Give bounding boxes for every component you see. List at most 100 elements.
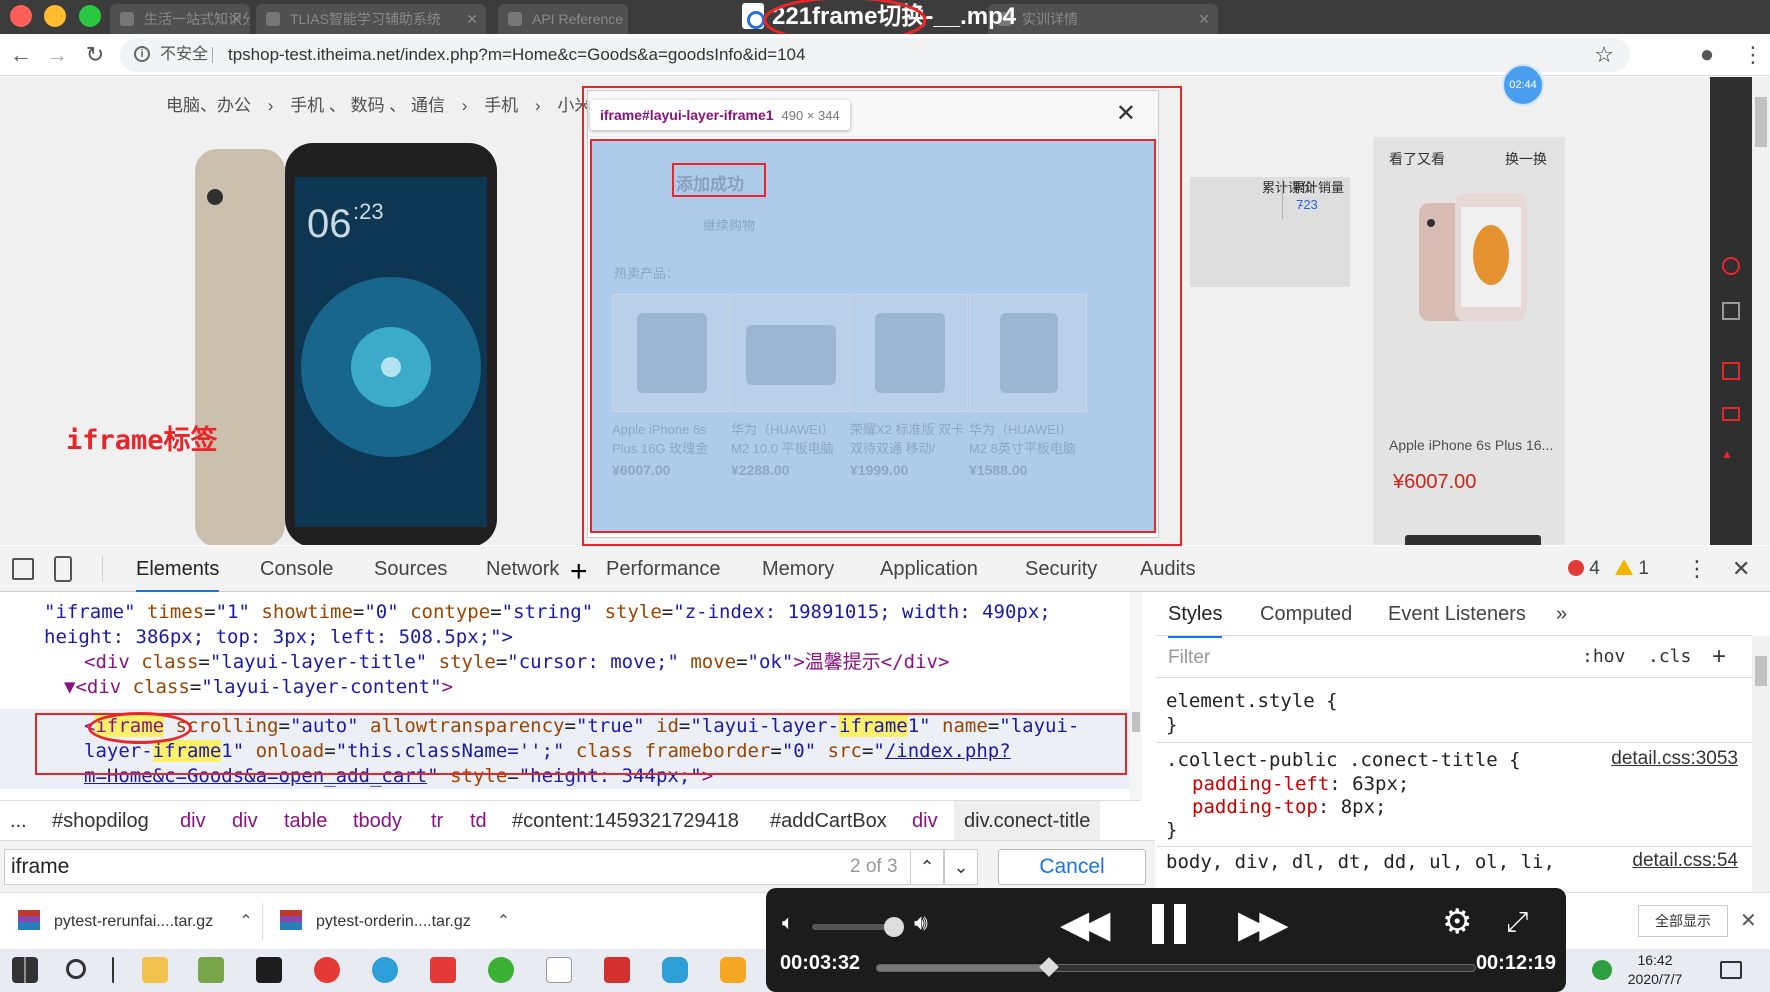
scrollbar-thumb[interactable] [1755, 656, 1767, 686]
volume-knob[interactable] [884, 917, 904, 937]
file-explorer-icon[interactable] [142, 957, 168, 983]
gear-icon[interactable]: ⚙ [1442, 902, 1472, 942]
tab-security[interactable]: Security [1025, 546, 1097, 592]
style-property[interactable]: padding-left: 63px; [1192, 772, 1409, 796]
chevron-up-icon[interactable]: ⌃ [239, 913, 252, 930]
close-icon[interactable]: ✕ [1740, 893, 1757, 950]
chrome-icon[interactable] [314, 957, 340, 983]
compare-icon[interactable] [1722, 407, 1740, 421]
hot-product-name[interactable]: Apple iPhone 6s Plus 16G 玫瑰金 [612, 420, 730, 458]
crumb-item[interactable]: div [912, 801, 938, 841]
hov-toggle[interactable]: :hov [1582, 636, 1625, 678]
tab-sources[interactable]: Sources [374, 546, 447, 592]
code-line[interactable]: height: 386px; top: 3px; left: 508.5px;"… [44, 625, 513, 650]
find-input[interactable]: iframe [4, 849, 974, 885]
crumb-item[interactable]: td [470, 801, 487, 841]
tab-performance[interactable]: Performance [606, 546, 721, 592]
crumb-item[interactable]: #shopdilog [52, 801, 149, 841]
hot-product-card[interactable]: Apple iPhone 6s Plus 16G 玫瑰金 ¥6007.00 [612, 294, 730, 478]
scrollbar-thumb[interactable] [1132, 712, 1140, 732]
find-next-button[interactable]: ⌄ [944, 849, 978, 885]
tab-network[interactable]: Network [486, 546, 559, 592]
style-source-link[interactable]: detail.css:3053 [1611, 748, 1738, 770]
fullscreen-icon[interactable]: ⤢ [1506, 906, 1528, 939]
devtools-menu-icon[interactable]: ⋮ [1686, 546, 1708, 592]
tray-app-icon[interactable] [1592, 960, 1612, 980]
volume-high-icon[interactable]: 🔊︎ [914, 910, 928, 936]
tab-styles[interactable]: Styles [1168, 592, 1223, 638]
elements-scrollbar[interactable] [1130, 592, 1142, 800]
style-rule-selector[interactable]: element.style { [1166, 689, 1338, 713]
task-view-icon[interactable] [112, 957, 114, 983]
code-line[interactable]: "iframe" times="1" showtime="0" contype=… [44, 600, 1051, 625]
wechat-icon[interactable] [488, 957, 514, 983]
tab-event-listeners[interactable]: Event Listeners [1388, 592, 1526, 636]
volume-low-icon[interactable]: 🔈︎ [782, 912, 794, 935]
typora-icon[interactable] [546, 957, 572, 983]
edit-icon[interactable] [1722, 362, 1740, 380]
style-source-link[interactable]: detail.css:54 [1632, 850, 1738, 872]
tab-memory[interactable]: Memory [762, 546, 834, 592]
clock[interactable]: 16:42 2020/7/7 [1610, 951, 1700, 989]
close-icon[interactable]: ✕ [1116, 99, 1136, 128]
top-arrow-icon[interactable]: ▲ [1721, 447, 1741, 467]
hot-product-image[interactable] [612, 294, 730, 412]
seek-knob[interactable] [1038, 957, 1059, 977]
pdf-reader-icon[interactable] [604, 957, 630, 983]
info-icon[interactable]: i [134, 46, 150, 62]
search-icon[interactable] [66, 959, 86, 979]
app-icon[interactable] [720, 957, 746, 983]
hot-product-name[interactable]: 荣耀X2 标准版 双卡双待双通 移动/ [850, 420, 968, 458]
tab-close-icon[interactable]: ✕ [230, 4, 242, 34]
hot-product-image[interactable] [850, 294, 968, 412]
browser-tab[interactable]: 生活一站式知识分享平台✕ [110, 4, 250, 34]
reload-icon[interactable]: ↻ [80, 40, 110, 70]
tab-elements[interactable]: Elements [136, 546, 220, 592]
volume-slider[interactable] [812, 924, 892, 930]
scrollbar-thumb[interactable] [1755, 97, 1767, 147]
crumb-item[interactable]: div [232, 801, 258, 841]
crumb-item-selected[interactable]: div.conect-title [954, 801, 1101, 841]
styles-filter-input[interactable]: Filter [1168, 644, 1568, 672]
crumb-item[interactable]: tr [431, 801, 443, 841]
new-rule-button[interactable]: + [1712, 636, 1726, 678]
styles-scrollbar[interactable] [1752, 636, 1770, 892]
back-arrow-icon[interactable]: ← [6, 40, 36, 70]
close-devtools-icon[interactable]: ✕ [1732, 546, 1750, 592]
chevron-up-icon[interactable]: ⌃ [497, 913, 510, 930]
bookmark-star-icon[interactable]: ☆ [1594, 38, 1614, 72]
find-cancel-button[interactable]: Cancel [998, 849, 1146, 885]
pycharm-icon[interactable] [256, 957, 282, 983]
fast-forward-icon[interactable]: ▶▶ [1238, 902, 1289, 947]
continue-shopping-link[interactable]: 继续购物 [703, 215, 755, 234]
menu-dots-icon[interactable]: ⋮ [1738, 40, 1768, 70]
show-all-downloads-button[interactable]: 全部显示 [1638, 905, 1728, 937]
profile-icon[interactable]: ● [1692, 40, 1722, 70]
download-item[interactable]: pytest-rerunfai....tar.gz ⌃ [18, 893, 253, 950]
browser-tab[interactable]: TLIAS智能学习辅助系统 ✕ [256, 4, 486, 34]
tab-close-icon[interactable]: ✕ [1198, 4, 1210, 34]
tab-computed[interactable]: Computed [1260, 592, 1352, 636]
maximize-window-button[interactable] [79, 5, 101, 27]
app-icon[interactable] [430, 957, 456, 983]
hot-product-image[interactable] [731, 294, 849, 412]
url-input[interactable]: i 不安全 tpshop-test.itheima.net/index.php?… [120, 38, 1630, 72]
windows-start-icon[interactable] [12, 957, 38, 983]
rewind-icon[interactable]: ◀◀ [1060, 902, 1111, 947]
hot-product-card[interactable]: 华为（HUAWEI）M2 10.0 平板电脑 ¥2288.00 [731, 294, 849, 478]
minimize-window-button[interactable] [44, 5, 66, 27]
crumb-item[interactable]: #content:1459321729418 [512, 801, 739, 841]
seek-bar[interactable] [876, 957, 1476, 977]
crumb-more[interactable]: ... [10, 801, 27, 841]
hot-product-card[interactable]: 荣耀X2 标准版 双卡双待双通 移动/ ¥1999.00 [850, 294, 968, 478]
hot-product-name[interactable]: 华为（HUAWEI）M2 8英寸平板电脑 [969, 420, 1087, 458]
style-rule-selector[interactable]: .collect-public .conect-title { [1166, 748, 1521, 772]
page-scrollbar[interactable] [1752, 77, 1770, 545]
tab-more-icon[interactable]: » [1556, 592, 1567, 636]
style-property[interactable]: padding-top: 8px; [1192, 795, 1386, 819]
cls-toggle[interactable]: .cls [1648, 636, 1691, 678]
tab-application[interactable]: Application [880, 546, 978, 592]
crumb-item[interactable]: div [180, 801, 206, 841]
device-toolbar-icon[interactable] [54, 556, 72, 582]
forward-arrow-icon[interactable]: → [42, 40, 72, 70]
